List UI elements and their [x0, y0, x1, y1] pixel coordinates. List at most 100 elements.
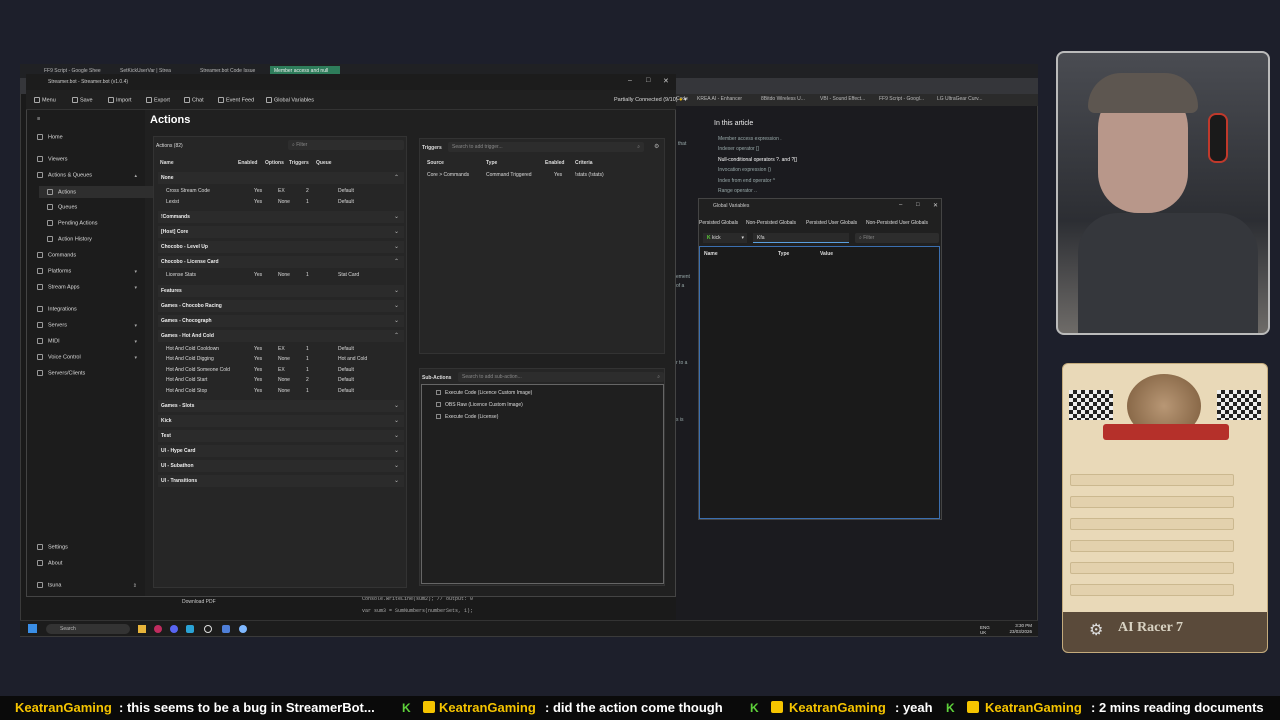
chevron-down-icon[interactable]: ▾ [134, 269, 137, 275]
article-link[interactable]: Null-conditional operators ?. and ?[] [718, 157, 797, 163]
chevron-down-icon[interactable]: ⌄ [394, 302, 399, 309]
streamerbot-icon[interactable] [239, 625, 247, 633]
bookmark[interactable]: FF9 Script - Googl... [879, 96, 924, 102]
bookmark[interactable]: KREA AI - Enhancer [697, 96, 742, 102]
chevron-down-icon[interactable]: ⌄ [394, 462, 399, 469]
column-header[interactable]: Type [486, 160, 497, 166]
sidebar-item-platforms[interactable]: Platforms [37, 268, 71, 274]
chevron-up-icon[interactable]: ▴ [134, 173, 137, 179]
column-header[interactable]: Criteria [575, 160, 593, 166]
chevron-down-icon[interactable]: ⌄ [394, 432, 399, 439]
sidebar-item-action-history[interactable]: Action History [47, 236, 92, 242]
sidebar-item-servers-clients[interactable]: Servers/Clients [37, 370, 85, 376]
trigger-criteria[interactable]: !stats (!stats) [575, 172, 604, 178]
global-variables-button[interactable]: Global Variables [266, 97, 314, 103]
maximize-icon[interactable]: □ [916, 202, 920, 208]
column-header[interactable]: Triggers [289, 160, 309, 166]
trigger-enabled[interactable]: Yes [554, 172, 562, 178]
connection-status[interactable]: Partially Connected (9/10) ● ▾ [614, 97, 687, 103]
action-group[interactable]: UI - Hype Card ⌄ [158, 445, 404, 457]
chevron-down-icon[interactable]: ⌄ [394, 243, 399, 250]
subaction-item[interactable]: OBS Raw (Licence Custom Image) [436, 402, 523, 408]
subaction-item[interactable]: Execute Code (License) [436, 414, 498, 420]
save-button[interactable]: Save [72, 97, 93, 103]
bookmark[interactable]: 8Bitdo Wireless U... [761, 96, 805, 102]
chat-button[interactable]: Chat [184, 97, 204, 103]
checkbox[interactable] [436, 390, 441, 396]
trigger-source[interactable]: Core > Commands [427, 172, 469, 178]
action-row[interactable]: Hot And Cold Stop Yes None 1 Default [158, 386, 404, 396]
export-button[interactable]: Export [146, 97, 170, 103]
column-header[interactable]: Name [704, 251, 718, 257]
file-explorer-icon[interactable] [138, 625, 146, 633]
import-button[interactable]: Import [108, 97, 132, 103]
action-row[interactable]: Hot And Cold Someone Cold Yes EX 1 Default [158, 365, 404, 375]
article-link[interactable]: Indexer operator [] [718, 146, 759, 152]
action-group[interactable]: UI - Subathon ⌄ [158, 460, 404, 472]
column-header[interactable]: Options [265, 160, 284, 166]
tab-non-persisted-globals[interactable]: Non-Persisted Globals [746, 220, 796, 226]
app-icon[interactable] [222, 625, 230, 633]
action-group[interactable]: Features ⌄ [158, 284, 404, 297]
maximize-icon[interactable]: □ [646, 77, 650, 84]
action-group[interactable]: !Commands ⌄ [158, 211, 404, 223]
close-icon[interactable]: ✕ [933, 202, 938, 209]
sidebar-item-integrations[interactable]: Integrations [37, 306, 77, 312]
chevron-down-icon[interactable]: ▾ [134, 355, 137, 361]
action-row[interactable]: Lexist Yes None 1 Default [158, 197, 404, 207]
platform-select[interactable]: K kick ▾ [703, 233, 747, 243]
action-group[interactable]: Games - Chocograph ⌄ [158, 314, 404, 327]
chevron-down-icon[interactable]: ⌄ [394, 477, 399, 484]
checkbox[interactable] [436, 402, 441, 408]
chevron-up-icon[interactable]: ⌃ [394, 174, 399, 181]
article-link[interactable]: Invocation expression () [718, 167, 771, 173]
sidebar-item-home[interactable]: Home [37, 134, 63, 140]
minimize-icon[interactable]: – [628, 77, 632, 84]
subaction-item[interactable]: Execute Code (Licence Custom Image) [436, 390, 532, 396]
column-header[interactable]: Type [778, 251, 789, 257]
chevron-up-icon[interactable]: ⌃ [394, 258, 399, 265]
discord-icon[interactable] [170, 625, 178, 633]
sidebar-item-queues[interactable]: Queues [47, 204, 77, 210]
column-header[interactable]: Source [427, 160, 444, 166]
action-group[interactable]: Games - Chocobo Racing ⌄ [158, 299, 404, 312]
tab-persisted-user-globals[interactable]: Persisted User Globals [806, 220, 857, 226]
hamburger-icon[interactable]: ≡ [37, 116, 40, 122]
article-link[interactable]: Member access expression . [718, 136, 782, 142]
action-row[interactable]: Hot And Cold Start Yes None 2 Default [158, 375, 404, 385]
chevron-down-icon[interactable]: ⌄ [394, 447, 399, 454]
trigger-search-input[interactable]: Search to add trigger... ⌕ [448, 142, 644, 152]
trigger-type[interactable]: Command Triggered [486, 172, 532, 178]
action-group[interactable]: Games - Hot And Cold ⌃ [158, 329, 404, 342]
action-group[interactable]: [Host] Core ⌄ [158, 226, 404, 238]
taskbar-search[interactable]: Search [46, 624, 130, 634]
obs-icon[interactable] [204, 625, 212, 633]
checkbox[interactable] [436, 414, 441, 420]
action-group[interactable]: UI - Transitions ⌄ [158, 475, 404, 487]
minimize-icon[interactable]: – [899, 202, 902, 208]
clock[interactable]: 3:30 PM 23/03/2026 [1009, 623, 1032, 635]
tab-non-persisted-user-globals[interactable]: Non-Persisted User Globals [866, 220, 928, 226]
close-icon[interactable]: ✕ [663, 77, 669, 85]
column-header[interactable]: Value [820, 251, 833, 257]
action-group[interactable]: Kick ⌄ [158, 415, 404, 427]
bookmark[interactable]: VBI - Sound Effect... [820, 96, 865, 102]
action-row[interactable]: Hot And Cold Digging Yes None 1 Hot and Cold [158, 354, 404, 364]
tab-persisted-globals[interactable]: Persisted Globals [699, 220, 738, 226]
chevron-down-icon[interactable]: ⌄ [394, 402, 399, 409]
sidebar-item-pending-actions[interactable]: Pending Actions [47, 220, 97, 226]
chevron-icon[interactable]: ⇕ [133, 583, 137, 589]
actions-filter-input[interactable]: ⌕ Filter [288, 140, 404, 150]
event-feed-button[interactable]: Event Feed [218, 97, 254, 103]
chevron-down-icon[interactable]: ▾ [134, 323, 137, 329]
app-icon[interactable] [186, 625, 194, 633]
column-header[interactable]: Queue [316, 160, 332, 166]
subaction-search-input[interactable]: Search to add sub-action... ⌕ [458, 372, 664, 382]
gv-filter-input[interactable]: ⌕ Filter [855, 233, 939, 243]
sidebar-item-midi[interactable]: MIDI [37, 338, 60, 344]
action-group[interactable]: Test ⌄ [158, 430, 404, 442]
sidebar-item-settings[interactable]: Settings [37, 544, 68, 550]
sidebar-item-actions-queues[interactable]: Actions & Queues [37, 172, 92, 178]
settings-icon[interactable]: ⚙ [654, 143, 659, 150]
app-icon[interactable] [154, 625, 162, 633]
